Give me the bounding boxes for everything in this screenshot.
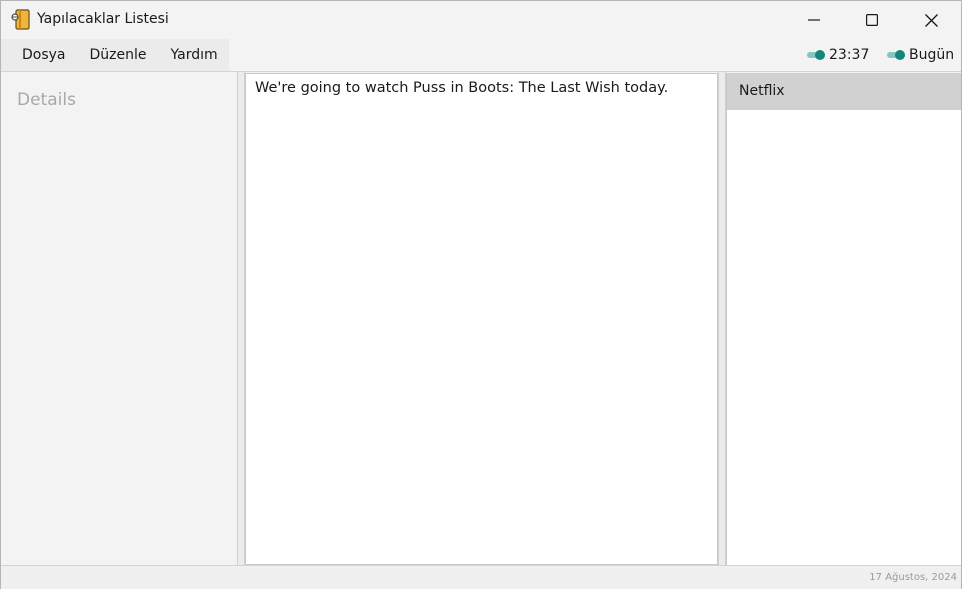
window-title: Yapılacaklar Listesi	[37, 11, 169, 27]
today-toggle-label: Bugün	[909, 47, 955, 63]
category-list: Netflix	[726, 73, 961, 565]
time-toggle-switch[interactable]	[807, 50, 825, 60]
time-toggle[interactable]: 23:37	[807, 39, 869, 71]
status-date: 17 Ağustos, 2024	[869, 572, 957, 583]
minimize-button[interactable]	[785, 1, 843, 39]
today-toggle-switch[interactable]	[887, 50, 905, 60]
title-bar: Yapılacaklar Listesi	[1, 1, 961, 39]
maximize-icon	[866, 14, 878, 26]
details-title: Details	[17, 90, 76, 110]
menu-help[interactable]: Yardım	[159, 39, 230, 71]
app-window: Yapılacaklar Listesi Dosya Düzenle Yardı…	[0, 0, 962, 589]
menu-file[interactable]: Dosya	[10, 39, 78, 71]
details-pane: Details	[2, 72, 237, 565]
task-text: We're going to watch Puss in Boots: The …	[255, 80, 669, 96]
menu-edit[interactable]: Düzenle	[78, 39, 159, 71]
close-button[interactable]	[902, 1, 960, 39]
status-bar: 17 Ağustos, 2024	[1, 565, 961, 589]
notebook-icon	[11, 9, 31, 31]
left-splitter[interactable]	[237, 72, 245, 565]
menu-bar: Dosya Düzenle Yardım	[1, 39, 229, 71]
maximize-button[interactable]	[843, 1, 901, 39]
minimize-icon	[808, 14, 820, 26]
today-toggle[interactable]: Bugün	[887, 39, 954, 71]
time-toggle-label: 23:37	[829, 47, 870, 63]
list-item[interactable]: Netflix	[727, 73, 961, 110]
close-icon	[924, 13, 938, 27]
task-text-area[interactable]: We're going to watch Puss in Boots: The …	[245, 73, 718, 565]
right-splitter[interactable]	[718, 72, 726, 565]
